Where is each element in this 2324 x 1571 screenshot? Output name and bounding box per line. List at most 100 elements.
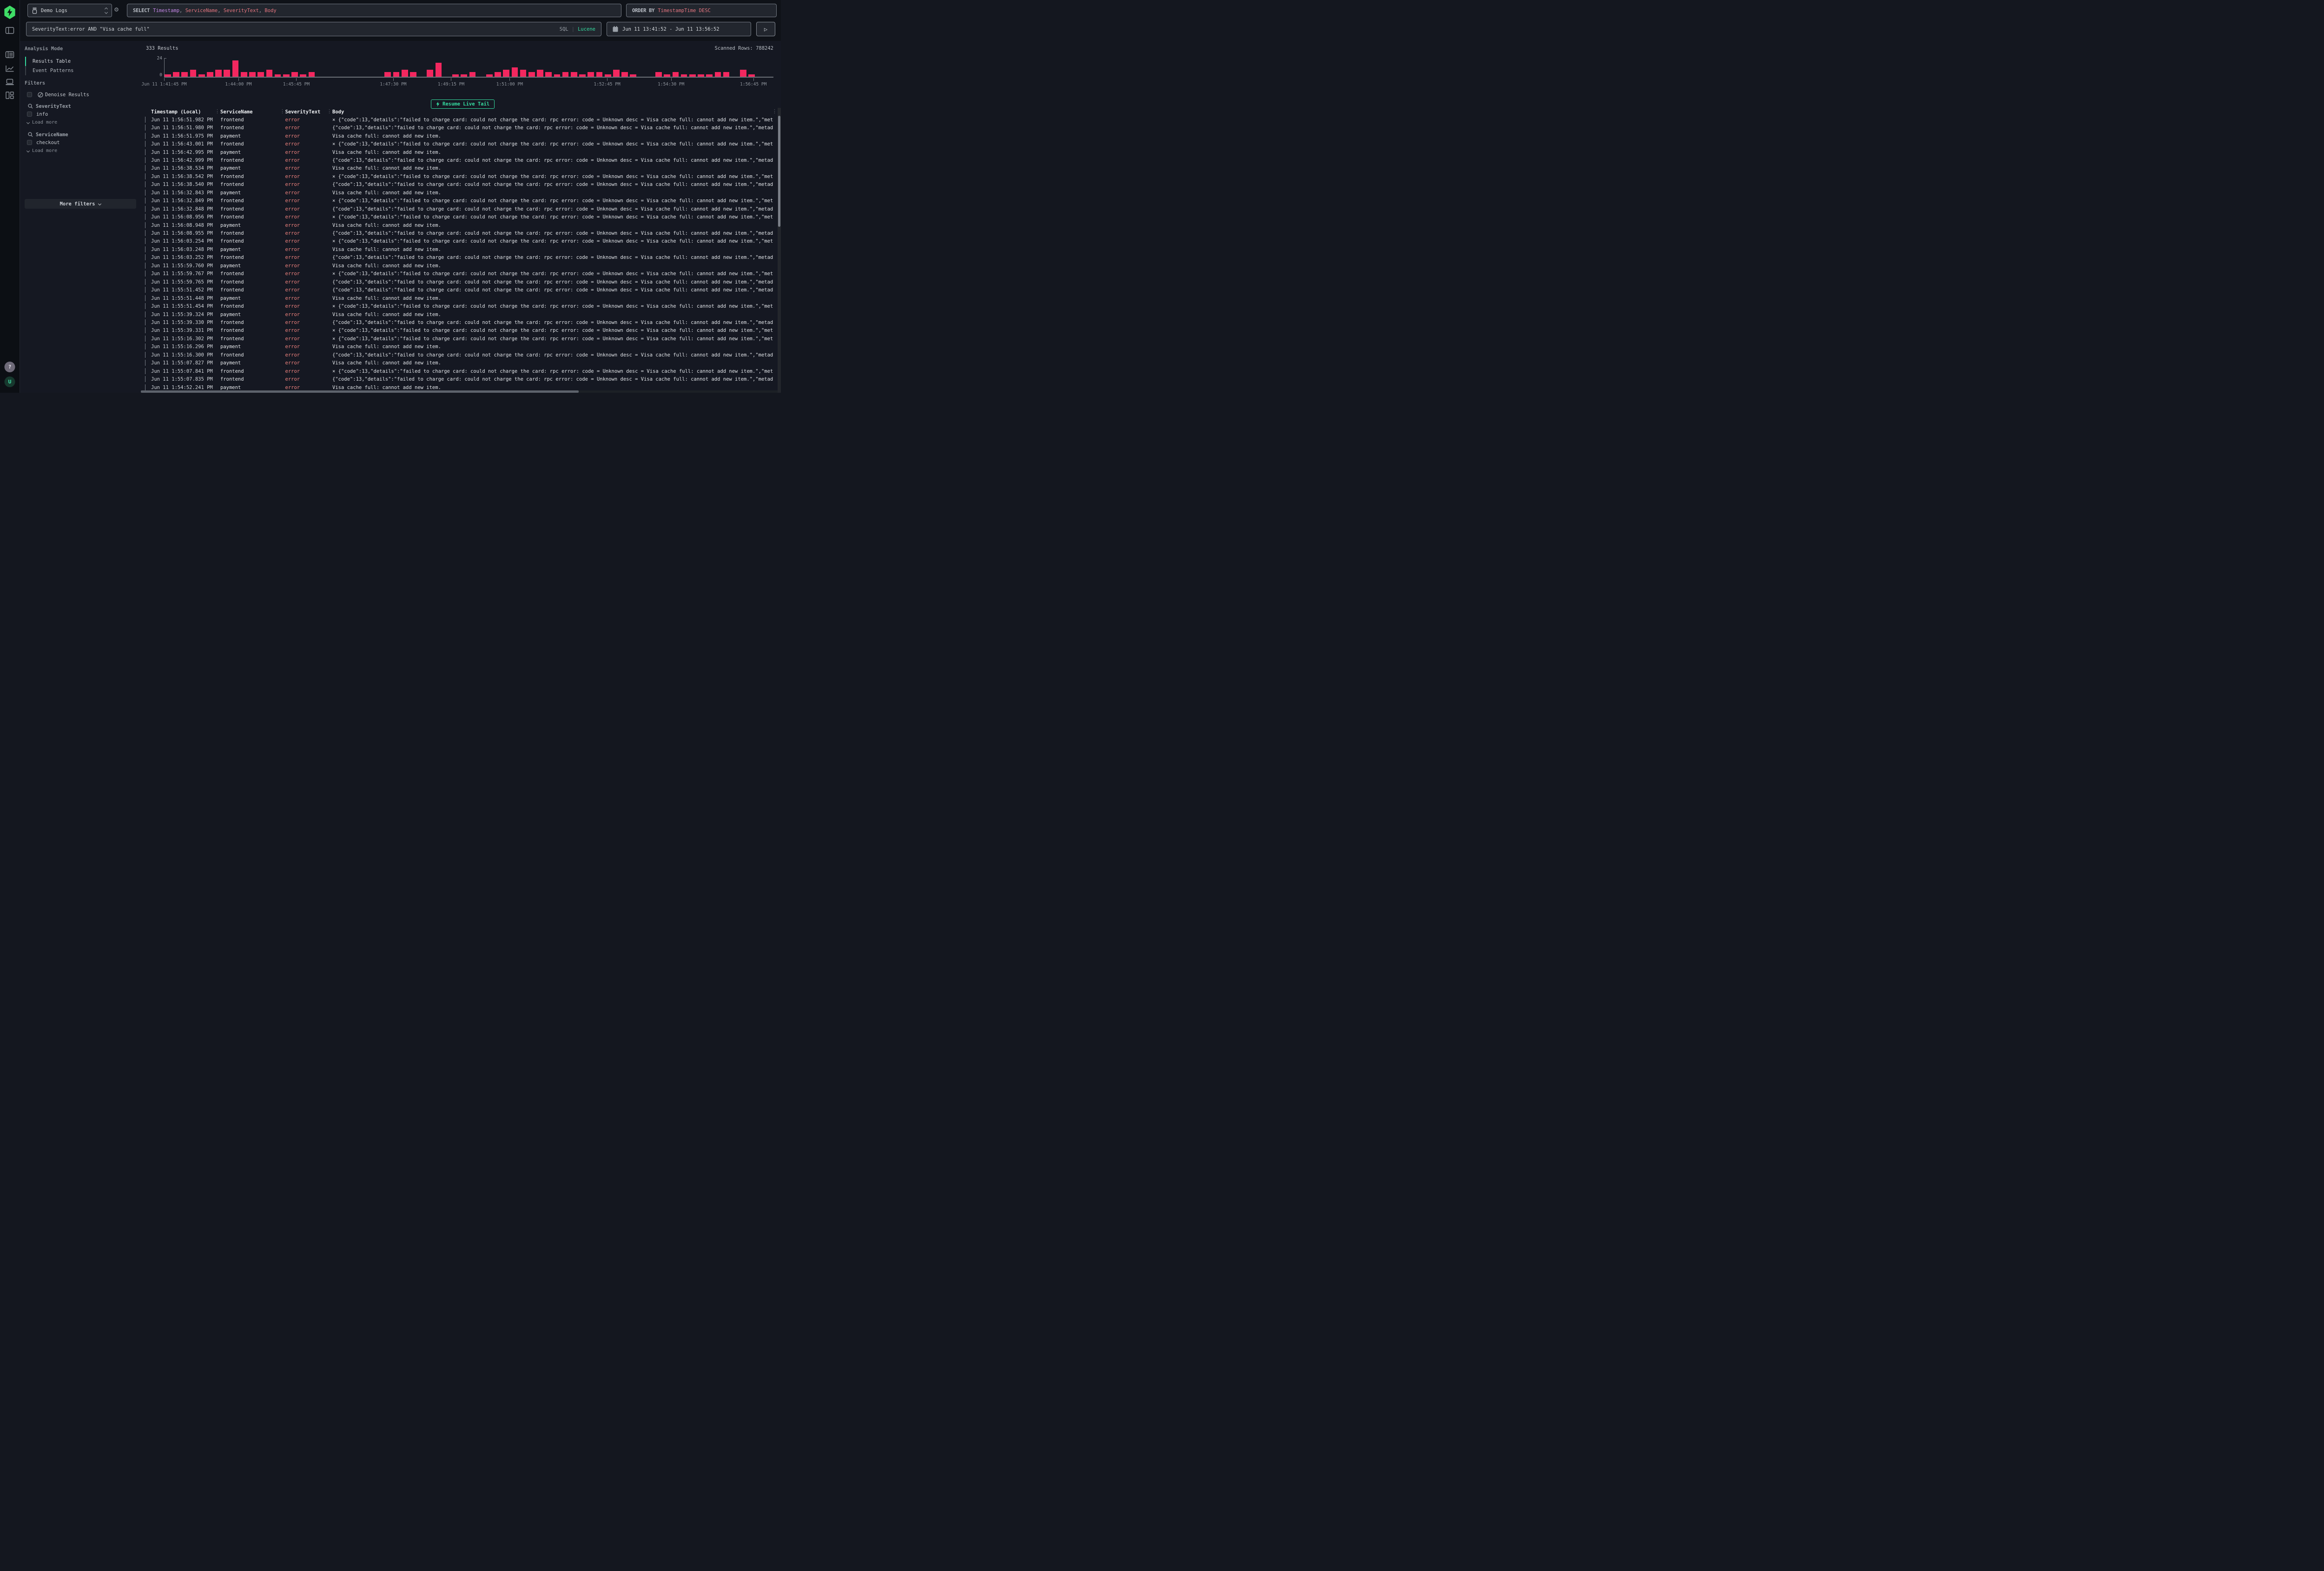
user-avatar[interactable]: U — [5, 376, 15, 387]
histogram-bar[interactable] — [215, 70, 222, 77]
table-row[interactable]: Jun 11 1:56:08.955 PMfrontenderror{"code… — [141, 229, 773, 237]
log-list-icon[interactable] — [6, 51, 14, 58]
table-row[interactable]: Jun 11 1:55:39.324 PMpaymenterrorVisa ca… — [141, 310, 773, 318]
histogram-bar[interactable] — [512, 67, 518, 77]
histogram-bar[interactable] — [266, 70, 273, 77]
histogram-bar[interactable] — [291, 72, 298, 77]
histogram-bar[interactable] — [613, 70, 620, 77]
histogram-bar[interactable] — [588, 72, 594, 77]
more-filters-button[interactable]: More filters — [25, 199, 136, 209]
table-row[interactable]: Jun 11 1:55:39.331 PMfrontenderror× {"co… — [141, 327, 773, 335]
table-row[interactable]: Jun 11 1:56:32.849 PMfrontenderror× {"co… — [141, 197, 773, 205]
order-by-input[interactable]: ORDER BY TimestampTime DESC — [626, 4, 777, 17]
table-row[interactable]: Jun 11 1:55:16.296 PMpaymenterrorVisa ca… — [141, 343, 773, 351]
histogram-bar[interactable] — [384, 72, 391, 77]
service-load-more[interactable]: Load more — [27, 148, 57, 153]
table-row[interactable]: Jun 11 1:55:51.452 PMfrontenderror{"code… — [141, 286, 773, 294]
col-severitytext[interactable]: SeverityText — [285, 109, 333, 115]
table-row[interactable]: Jun 11 1:56:03.248 PMpaymenterrorVisa ca… — [141, 245, 773, 253]
table-row[interactable]: Jun 11 1:56:08.956 PMfrontenderror× {"co… — [141, 213, 773, 221]
histogram-bar[interactable] — [241, 72, 247, 77]
table-row[interactable]: Jun 11 1:56:38.542 PMfrontenderror× {"co… — [141, 172, 773, 180]
table-row[interactable]: Jun 11 1:55:59.760 PMpaymenterrorVisa ca… — [141, 262, 773, 270]
mode-event-patterns[interactable]: Event Patterns — [33, 68, 74, 73]
split-panel-icon[interactable] — [6, 27, 14, 34]
histogram-bar[interactable] — [190, 70, 197, 77]
gear-icon[interactable]: ⚙ — [114, 5, 119, 13]
table-row[interactable]: Jun 11 1:56:03.252 PMfrontenderror{"code… — [141, 254, 773, 262]
col-body[interactable]: Body — [332, 109, 773, 115]
column-resize-handle[interactable]: ⋮ — [772, 108, 777, 114]
resume-live-tail-button[interactable]: Resume Live Tail — [431, 99, 495, 109]
table-row[interactable]: Jun 11 1:56:51.982 PMfrontenderror× {"co… — [141, 116, 773, 124]
run-query-button[interactable]: ▷ — [756, 22, 775, 36]
table-row[interactable]: Jun 11 1:56:51.975 PMpaymenterrorVisa ca… — [141, 132, 773, 140]
histogram-bar[interactable] — [715, 72, 721, 77]
histogram-bar[interactable] — [673, 72, 679, 77]
table-row[interactable]: Jun 11 1:56:43.001 PMfrontenderror× {"co… — [141, 140, 773, 148]
histogram-bar[interactable] — [181, 72, 188, 77]
histogram-bar[interactable] — [596, 72, 603, 77]
time-range-picker[interactable]: Jun 11 13:41:52 - Jun 11 13:56:52 — [607, 22, 751, 36]
table-row[interactable]: Jun 11 1:56:51.980 PMfrontenderror{"code… — [141, 124, 773, 132]
table-row[interactable]: Jun 11 1:56:42.999 PMfrontenderror{"code… — [141, 156, 773, 164]
column-resize-handle[interactable]: ⋮ — [215, 108, 220, 114]
app-logo[interactable] — [4, 6, 16, 19]
histogram-bar[interactable] — [621, 72, 628, 77]
histogram-bar[interactable] — [545, 72, 552, 77]
histogram-bar[interactable] — [436, 63, 442, 77]
histogram-bar[interactable] — [740, 70, 746, 77]
histogram-bar[interactable] — [503, 70, 509, 77]
vertical-scrollbar-thumb[interactable] — [778, 116, 780, 227]
table-row[interactable]: Jun 11 1:55:07.827 PMpaymenterrorVisa ca… — [141, 359, 773, 367]
histogram-bar[interactable] — [402, 70, 408, 77]
table-row[interactable]: Jun 11 1:56:03.254 PMfrontenderror× {"co… — [141, 238, 773, 245]
table-row[interactable]: Jun 11 1:55:07.835 PMfrontenderror{"code… — [141, 375, 773, 383]
table-row[interactable]: Jun 11 1:56:38.540 PMfrontenderror{"code… — [141, 181, 773, 189]
table-row[interactable]: Jun 11 1:55:51.454 PMfrontenderror× {"co… — [141, 302, 773, 310]
col-timestamp[interactable]: Timestamp (Local) — [151, 109, 220, 115]
select-query-input[interactable]: SELECT Timestamp, ServiceName, SeverityT… — [127, 4, 621, 17]
log-source-select[interactable]: Demo Logs — [27, 4, 112, 17]
histogram-bar[interactable] — [249, 72, 256, 77]
histogram-bar[interactable] — [562, 72, 569, 77]
table-row[interactable]: Jun 11 1:56:32.843 PMpaymenterrorVisa ca… — [141, 189, 773, 197]
dashboard-grid-icon[interactable] — [6, 92, 14, 99]
histogram-bar[interactable] — [495, 72, 501, 77]
table-row[interactable]: Jun 11 1:55:07.841 PMfrontenderror× {"co… — [141, 367, 773, 375]
table-row[interactable]: Jun 11 1:55:16.302 PMfrontenderror× {"co… — [141, 335, 773, 343]
severity-load-more[interactable]: Load more — [27, 120, 57, 125]
search-query-input[interactable]: SeverityText:error AND "Visa cache full"… — [26, 22, 601, 36]
filter-group-servicename[interactable]: ServiceName — [36, 132, 68, 138]
table-row[interactable]: Jun 11 1:55:51.448 PMpaymenterrorVisa ca… — [141, 294, 773, 302]
histogram-bar[interactable] — [393, 72, 400, 77]
column-resize-handle[interactable]: ⋮ — [280, 108, 285, 114]
table-row[interactable]: Jun 11 1:55:16.300 PMfrontenderror{"code… — [141, 351, 773, 359]
histogram-bar[interactable] — [571, 72, 577, 77]
histogram-bar[interactable] — [257, 72, 264, 77]
mode-results-table[interactable]: Results Table — [33, 59, 71, 64]
histogram-bar[interactable] — [427, 70, 433, 77]
table-row[interactable]: Jun 11 1:56:32.848 PMfrontenderror{"code… — [141, 205, 773, 213]
histogram-bar[interactable] — [537, 70, 543, 77]
laptop-icon[interactable] — [6, 79, 14, 86]
table-row[interactable]: Jun 11 1:55:39.330 PMfrontenderror{"code… — [141, 318, 773, 326]
histogram-bar[interactable] — [410, 72, 416, 77]
histogram-bar[interactable] — [655, 72, 662, 77]
histogram-bar[interactable] — [173, 72, 179, 77]
histogram-bar[interactable] — [232, 60, 239, 77]
histogram-bar[interactable] — [309, 72, 315, 77]
histogram-bar[interactable] — [469, 72, 476, 77]
histogram-bar[interactable] — [207, 72, 213, 77]
col-servicename[interactable]: ServiceName — [220, 109, 285, 115]
table-row[interactable]: Jun 11 1:56:08.948 PMpaymenterrorVisa ca… — [141, 221, 773, 229]
severity-info-checkbox[interactable] — [27, 112, 32, 117]
line-chart-icon[interactable] — [6, 65, 14, 72]
histogram-bar[interactable] — [224, 70, 230, 77]
filter-group-severitytext[interactable]: SeverityText — [36, 104, 71, 109]
denoise-checkbox[interactable] — [27, 92, 32, 97]
column-resize-handle[interactable]: ⋮ — [327, 108, 332, 114]
table-row[interactable]: Jun 11 1:56:42.995 PMpaymenterrorVisa ca… — [141, 148, 773, 156]
horizontal-scrollbar-thumb[interactable] — [141, 390, 579, 393]
table-row[interactable]: Jun 11 1:55:59.765 PMfrontenderror{"code… — [141, 278, 773, 286]
